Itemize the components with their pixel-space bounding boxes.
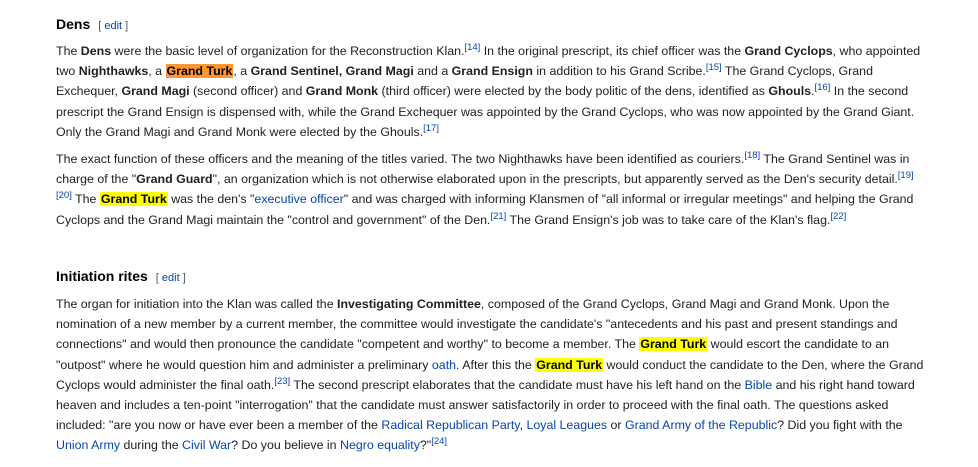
wiki-link-executive-officer[interactable]: executive officer bbox=[254, 192, 343, 206]
text: The bbox=[56, 44, 81, 58]
bold-term: Nighthawks bbox=[78, 64, 149, 79]
citation-link[interactable]: [23] bbox=[274, 376, 290, 387]
text: The exact function of these officers and… bbox=[56, 152, 745, 166]
text: ? Did you fight with the bbox=[777, 418, 903, 433]
wiki-link-civil-war[interactable]: Civil War bbox=[182, 438, 231, 452]
section-heading-dens: Dens [ edit ] bbox=[56, 14, 128, 36]
section-heading-initiation-rites: Initiation rites [ edit ] bbox=[56, 266, 186, 288]
paragraph-initiation: The organ for initiation into the Klan w… bbox=[56, 294, 928, 456]
section-title: Dens bbox=[56, 16, 91, 32]
bold-term: Grand Sentinel, Grand Magi bbox=[250, 64, 414, 79]
text: or bbox=[607, 418, 625, 433]
wiki-link-grand-army-of-the-republic[interactable]: Grand Army of the Republic bbox=[625, 418, 777, 432]
text: The Grand Ensign's job was to take care … bbox=[506, 212, 831, 227]
text: , a bbox=[233, 64, 251, 79]
text: . After this the bbox=[456, 357, 536, 372]
bold-term: Grand Cyclops bbox=[744, 44, 833, 58]
citation-link[interactable]: [15] bbox=[706, 62, 722, 73]
citation-link[interactable]: [22] bbox=[830, 211, 846, 222]
citation-link[interactable]: [19] bbox=[898, 170, 914, 181]
wiki-link-loyal-leagues[interactable]: Loyal Leagues bbox=[526, 418, 607, 432]
search-match-current: Grand Turk bbox=[165, 64, 234, 79]
citation-link[interactable]: [24] bbox=[431, 436, 447, 447]
section-title: Initiation rites bbox=[56, 268, 148, 284]
search-match: Grand Turk bbox=[639, 337, 708, 352]
edit-section-link-wrapper: [ edit ] bbox=[98, 20, 129, 32]
wiki-link-oath[interactable]: oath bbox=[432, 358, 456, 372]
edit-section-link-wrapper: [ edit ] bbox=[155, 272, 186, 284]
wiki-link-bible[interactable]: Bible bbox=[745, 378, 773, 392]
citation-link[interactable]: [18] bbox=[744, 150, 760, 161]
text: The bbox=[71, 192, 100, 207]
bold-term: Grand Ensign bbox=[451, 64, 533, 79]
wiki-link-radical-republican-party[interactable]: Radical Republican Party bbox=[381, 418, 519, 432]
edit-section-link[interactable]: edit bbox=[162, 272, 180, 284]
bold-term: Dens bbox=[80, 44, 112, 58]
bold-term: Grand Guard bbox=[136, 172, 213, 187]
citation-link[interactable]: [21] bbox=[490, 211, 506, 222]
search-match: Grand Turk bbox=[535, 357, 604, 372]
citation-link[interactable]: [14] bbox=[464, 42, 480, 53]
text: In the original prescript, its chief off… bbox=[480, 44, 745, 58]
text: ?" bbox=[419, 438, 432, 453]
citation-link[interactable]: [17] bbox=[423, 123, 439, 134]
bold-term: Investigating Committee bbox=[337, 297, 481, 311]
edit-section-link[interactable]: edit bbox=[104, 20, 122, 32]
text: during the bbox=[120, 438, 183, 453]
text: (third officer) were elected by the body… bbox=[378, 84, 769, 99]
paragraph-dens-organization: The Dens were the basic level of organiz… bbox=[56, 41, 928, 142]
paragraph-officer-functions: The exact function of these officers and… bbox=[56, 149, 928, 230]
text: The organ for initiation into the Klan w… bbox=[56, 297, 338, 311]
text: ", an organization which is not otherwis… bbox=[212, 172, 898, 187]
citation-link[interactable]: [20] bbox=[56, 190, 72, 201]
text: , a bbox=[148, 64, 166, 79]
wiki-link-union-army[interactable]: Union Army bbox=[56, 438, 120, 452]
text: were the basic level of organization for… bbox=[111, 44, 465, 58]
text: ? Do you believe in bbox=[231, 438, 340, 453]
text: and a bbox=[413, 64, 452, 79]
bold-term: Ghouls bbox=[768, 84, 812, 99]
text: (second officer) and bbox=[189, 84, 306, 99]
text: The second prescript elaborates that the… bbox=[290, 377, 745, 392]
bold-term: Grand Monk bbox=[305, 84, 379, 99]
search-match: Grand Turk bbox=[99, 192, 168, 207]
bold-term: Grand Magi bbox=[121, 84, 190, 99]
text: was the den's " bbox=[167, 192, 255, 207]
citation-link[interactable]: [16] bbox=[815, 82, 831, 93]
wiki-link-negro-equality[interactable]: Negro equality bbox=[340, 438, 420, 452]
text: in addition to his Grand Scribe. bbox=[532, 64, 706, 79]
